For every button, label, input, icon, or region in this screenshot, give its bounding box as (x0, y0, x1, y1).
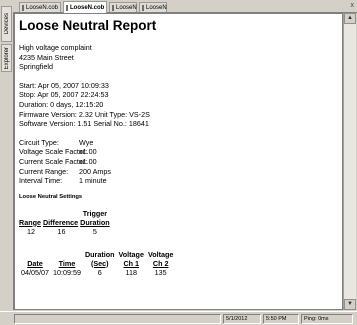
table-cell: 16 (57, 226, 66, 236)
duration-line: Duration: 0 days, 12:15:20 (19, 99, 104, 109)
status-bar: 5/1/2012 5:50 PM Ping: 0ms (0, 311, 357, 325)
setting-key: Circuit Type: (19, 137, 59, 147)
tab-label: LooseN.cob (26, 4, 59, 11)
table-cell: 118 (125, 267, 137, 277)
table-row: 04/05/07 10:09:59 6 118 135 (19, 268, 175, 277)
side-tab-devices[interactable]: Devices (1, 6, 12, 42)
tab-loosen-cob-2[interactable]: LooseN.cob (63, 1, 107, 13)
address-line: Springfield (19, 62, 53, 72)
status-date: 5/1/2012 (223, 314, 261, 324)
document-icon (142, 4, 144, 11)
empty-header (19, 209, 43, 218)
setting-key: Interval Time: (19, 176, 63, 186)
column-header: Difference (42, 217, 79, 227)
setting-value: 200 Amps (79, 166, 111, 176)
table-cell: 10:09:59 (52, 267, 81, 277)
address-line: High voltage complaint (19, 43, 92, 52)
events-table: Duration Voltage Voltage Date Time (Sec)… (19, 250, 175, 277)
setting-row: Voltage Scale Factor: x1.00 (19, 147, 175, 157)
side-tab-strip: Devices Explorer (0, 0, 14, 310)
side-tab-explorer-label: Explorer (3, 46, 10, 70)
trigger-header: Trigger (82, 208, 108, 218)
tab-label: LooseN (116, 4, 137, 11)
column-header: Date (27, 258, 43, 268)
status-panel-main (14, 314, 221, 324)
address-block: High voltage complaint 4235 Main Street … (19, 43, 175, 72)
report-document: Loose Neutral Report High voltage compla… (14, 13, 343, 310)
tab-label: LooseN.cob (70, 4, 105, 11)
setting-value: x1.00 (79, 147, 97, 157)
column-header-top: Voltage (118, 249, 144, 259)
setting-value: x1.00 (79, 156, 97, 166)
setting-value: Wye (79, 137, 94, 147)
empty-header (43, 209, 80, 218)
document-icon (66, 4, 68, 11)
side-tab-explorer[interactable]: Explorer (1, 44, 12, 72)
column-header: Time (58, 258, 76, 268)
timing-block: Start: Apr 05, 2007 10:09:33 Stop: Apr 0… (19, 81, 175, 129)
table-cell: 12 (26, 226, 35, 236)
close-tab-icon[interactable]: x (351, 2, 355, 9)
scroll-down-arrow-icon[interactable]: ▼ (344, 299, 356, 310)
status-ping: Ping: 0ms (301, 314, 353, 324)
document-icon (112, 4, 114, 11)
column-header: Ch 2 (152, 258, 169, 268)
setting-value: 1 minute (79, 176, 107, 186)
stop-line: Stop: Apr 05, 2007 22:24:53 (19, 90, 109, 100)
report-content: Loose Neutral Report High voltage compla… (19, 18, 175, 277)
column-header: (Sec) (90, 258, 109, 268)
empty-header (51, 250, 83, 259)
address-line: 4235 Main Street (19, 52, 74, 62)
software-line: Software Version: 1.51 Serial No.: 18641 (19, 119, 149, 129)
column-header: Range (19, 217, 41, 227)
section-heading: Loose Neutral Settings (19, 193, 83, 200)
status-time: 5:50 PM (263, 314, 299, 324)
setting-row: Current Scale Factor: x1.00 (19, 157, 175, 167)
column-header: Duration (80, 217, 110, 227)
firmware-line: Firmware Version: 2.32 Unit Type: VS-2S (19, 109, 150, 119)
setting-row: Circuit Type: Wye (19, 138, 175, 148)
setting-key: Current Scale Factor: (19, 156, 88, 166)
column-header-top: Duration (84, 249, 115, 259)
setting-key: Voltage Scale Factor: (19, 147, 88, 157)
table-cell: 135 (154, 267, 167, 277)
column-header-top: Voltage (147, 249, 174, 259)
document-icon (22, 4, 24, 11)
vertical-scrollbar[interactable]: ▲ ▼ (343, 13, 356, 310)
tab-loosen-cob-1[interactable]: LooseN.cob (19, 2, 61, 12)
table-cell: 6 (97, 267, 102, 277)
column-header: Ch 1 (123, 258, 140, 268)
table-cell: 5 (92, 226, 97, 236)
side-tab-devices-label: Devices (3, 13, 10, 35)
tab-label: LooseN (146, 4, 167, 11)
tab-loosen-4[interactable]: LooseN (139, 2, 167, 12)
setting-key: Current Range: (19, 166, 69, 176)
table-cell: 04/05/07 (21, 267, 49, 277)
start-line: Start: Apr 05, 2007 10:09:33 (19, 80, 109, 90)
setting-row: Interval Time: 1 minute (19, 176, 175, 186)
empty-header (19, 250, 51, 259)
setting-row: Current Range: 200 Amps (19, 167, 175, 177)
settings-block: Circuit Type: Wye Voltage Scale Factor: x1… (19, 138, 175, 186)
document-tab-bar: LooseN.cob LooseN.cob LooseN LooseN x (13, 0, 357, 13)
scroll-up-arrow-icon[interactable]: ▲ (344, 13, 356, 24)
loose-neutral-settings-table: Trigger Range Difference Duration 12 16 … (19, 209, 110, 236)
tab-loosen-3[interactable]: LooseN (109, 2, 137, 12)
report-title: Loose Neutral Report (19, 18, 157, 33)
